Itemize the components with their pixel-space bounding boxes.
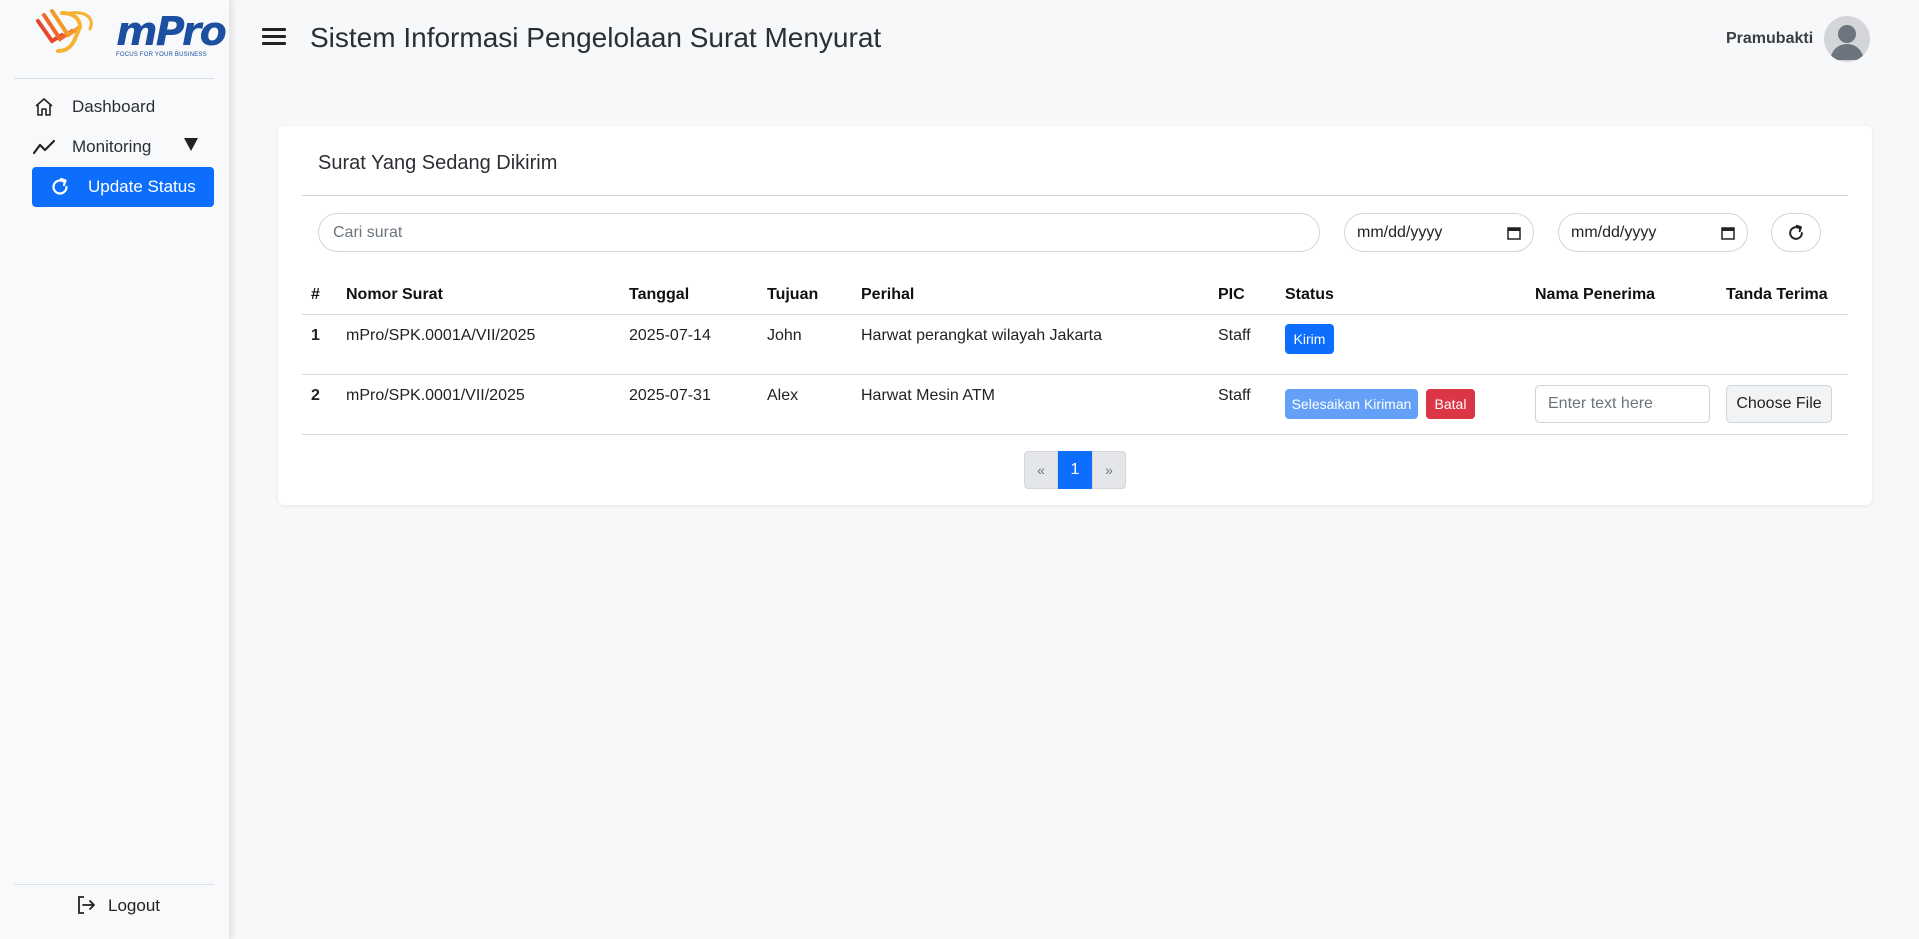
refresh-icon xyxy=(48,175,72,199)
sidebar-item-dashboard[interactable]: Dashboard xyxy=(32,90,214,124)
column-header-tujuan: Tujuan xyxy=(767,286,819,303)
refresh-icon xyxy=(1789,224,1803,240)
date-to-placeholder: mm/dd/yyyy xyxy=(1571,223,1657,241)
user-avatar-icon[interactable] xyxy=(1824,16,1870,62)
column-header-nama-penerima: Nama Penerima xyxy=(1535,286,1656,303)
cell-tanggal: 2025-07-31 xyxy=(629,387,711,404)
table-header-divider xyxy=(302,314,1848,315)
choose-file-button[interactable]: Choose File xyxy=(1726,385,1832,423)
shipment-card: Surat Yang Sedang Dikirim mm/dd/yyyy mm/… xyxy=(278,126,1872,505)
home-icon xyxy=(32,95,56,119)
date-from-placeholder: mm/dd/yyyy xyxy=(1357,223,1443,241)
sidebar-item-label: Monitoring xyxy=(72,137,152,156)
row-number: 2 xyxy=(311,387,320,404)
logout-label: Logout xyxy=(108,896,160,915)
selesaikan-kiriman-button[interactable]: Selesaikan Kiriman xyxy=(1285,389,1418,419)
pagination-prev[interactable]: « xyxy=(1024,451,1058,489)
sidebar-item-label: Dashboard xyxy=(72,97,156,116)
nama-penerima-input[interactable] xyxy=(1535,385,1710,423)
mpro-logo[interactable]: mPro FOCUS FOR YOUR BUSINESS xyxy=(34,4,227,62)
column-header-no: # xyxy=(311,286,320,303)
cell-perihal: Harwat perangkat wilayah Jakarta xyxy=(861,327,1103,344)
date-to-input[interactable]: mm/dd/yyyy xyxy=(1558,213,1748,252)
trend-line-icon xyxy=(32,135,56,159)
logo-chevrons-icon xyxy=(36,9,93,53)
column-header-pic: PIC xyxy=(1218,286,1245,303)
column-header-status: Status xyxy=(1285,286,1334,303)
search-input[interactable] xyxy=(318,213,1320,252)
column-header-tanda-terima: Tanda Terima xyxy=(1726,286,1828,303)
refresh-button[interactable] xyxy=(1771,213,1821,252)
table-row-divider xyxy=(302,434,1848,435)
logout-icon xyxy=(76,895,98,917)
cell-tujuan: Alex xyxy=(767,387,799,404)
sidebar-divider-top xyxy=(14,78,214,79)
logout-button[interactable]: Logout xyxy=(76,892,160,920)
batal-button[interactable]: Batal xyxy=(1426,389,1475,419)
caret-down-icon[interactable] xyxy=(184,138,198,151)
sidebar-divider-bottom xyxy=(14,884,214,885)
date-from-input[interactable]: mm/dd/yyyy xyxy=(1344,213,1534,252)
page-title: Sistem Informasi Pengelolaan Surat Menyu… xyxy=(310,22,882,53)
sidebar-item-label: Update Status xyxy=(88,177,196,196)
column-header-nomor-surat: Nomor Surat xyxy=(346,286,443,303)
column-header-tanggal: Tanggal xyxy=(629,286,690,303)
row-number: 1 xyxy=(311,327,320,344)
cell-perihal: Harwat Mesin ATM xyxy=(861,387,995,404)
card-divider xyxy=(302,195,1848,196)
table-row-divider xyxy=(302,374,1848,375)
sidebar-item-monitoring[interactable]: Monitoring xyxy=(32,130,214,164)
cell-nomor-surat: mPro/SPK.0001A/VII/2025 xyxy=(346,327,536,344)
calendar-icon xyxy=(1507,226,1521,240)
cell-pic: Staff xyxy=(1218,327,1251,344)
cell-nomor-surat: mPro/SPK.0001/VII/2025 xyxy=(346,387,525,404)
user-name[interactable]: Pramubakti xyxy=(1726,30,1813,48)
calendar-icon xyxy=(1721,226,1735,240)
logo-wordmark: mPro xyxy=(116,9,227,55)
cell-pic: Staff xyxy=(1218,387,1251,404)
pagination-next[interactable]: » xyxy=(1092,451,1126,489)
sidebar: mPro FOCUS FOR YOUR BUSINESS Dashboard M… xyxy=(0,0,230,939)
cell-tujuan: John xyxy=(767,327,802,344)
card-title: Surat Yang Sedang Dikirim xyxy=(318,152,558,174)
menu-toggle-icon[interactable] xyxy=(262,28,286,48)
sidebar-item-update-status[interactable]: Update Status xyxy=(32,167,214,207)
column-header-perihal: Perihal xyxy=(861,286,915,303)
cell-tanggal: 2025-07-14 xyxy=(629,327,711,344)
pagination-page-1[interactable]: 1 xyxy=(1058,451,1092,489)
kirim-button[interactable]: Kirim xyxy=(1285,324,1334,354)
